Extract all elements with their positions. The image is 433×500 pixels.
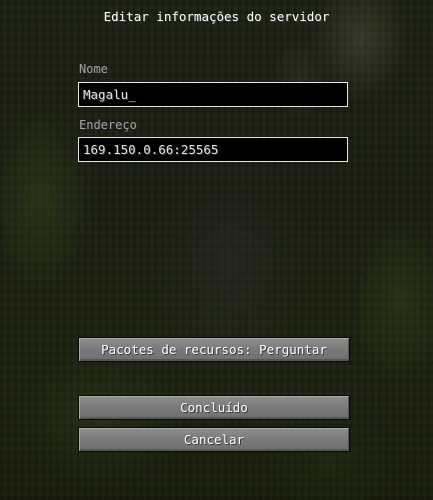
server-name-field[interactable]: Magalu_ [78,82,348,107]
cancel-button[interactable]: Cancelar [78,427,350,452]
done-button[interactable]: Concluído [78,395,350,420]
screen-title: Editar informações do servidor [103,9,330,24]
background-dim-overlay [0,0,433,500]
server-address-field[interactable]: 169.150.0.66:25565 [78,137,348,162]
address-label: Endereço [79,118,137,132]
server-address-value[interactable]: 169.150.0.66:25565 [83,142,218,157]
name-label: Nome [79,62,108,76]
server-name-value[interactable]: Magalu_ [83,87,136,102]
resource-packs-button[interactable]: Pacotes de recursos: Perguntar [78,337,350,362]
